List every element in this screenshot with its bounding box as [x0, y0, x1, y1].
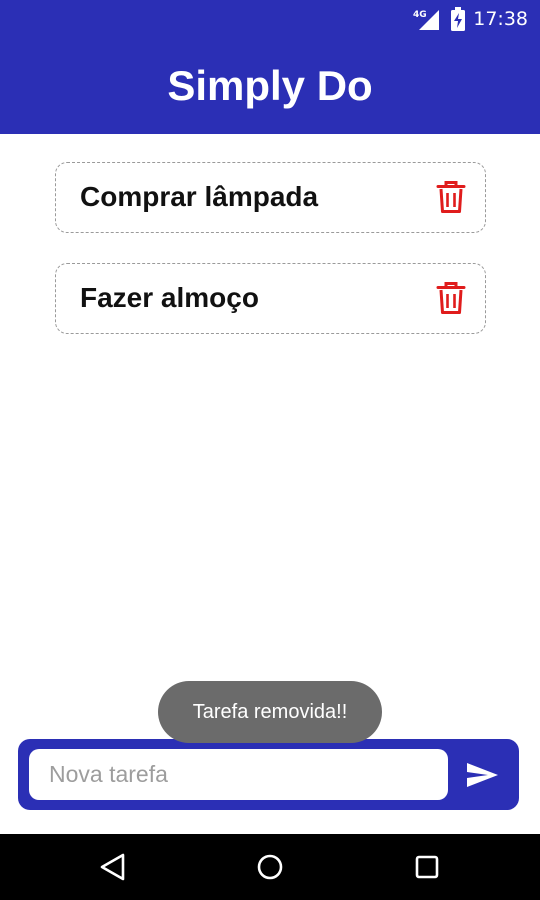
back-triangle-icon[interactable]: [97, 851, 129, 883]
trash-icon[interactable]: [435, 180, 467, 214]
trash-icon[interactable]: [435, 281, 467, 315]
task-label: Comprar lâmpada: [80, 181, 319, 212]
home-circle-icon[interactable]: [254, 851, 286, 883]
network-type-label: 4G: [413, 10, 427, 20]
send-icon[interactable]: [462, 755, 502, 795]
recents-square-icon[interactable]: [411, 851, 443, 883]
task-item: Comprar lâmpada: [55, 162, 486, 233]
status-time: 17:38: [473, 8, 528, 30]
system-nav-bar: [0, 834, 540, 900]
task-item: Fazer almoço: [55, 263, 486, 334]
battery-charging-icon: [451, 7, 466, 31]
toast-message: Tarefa removida!!: [158, 681, 382, 743]
status-bar: 4G 17:38: [0, 0, 540, 38]
app-bar: Simply Do: [0, 38, 540, 134]
status-icons: 4G 17:38: [413, 6, 528, 32]
new-task-bar: [18, 739, 519, 810]
task-label: Fazer almoço: [80, 282, 259, 313]
app-title: Simply Do: [167, 62, 373, 109]
signal-4g-icon: 4G: [413, 10, 440, 30]
new-task-input[interactable]: [29, 749, 448, 800]
